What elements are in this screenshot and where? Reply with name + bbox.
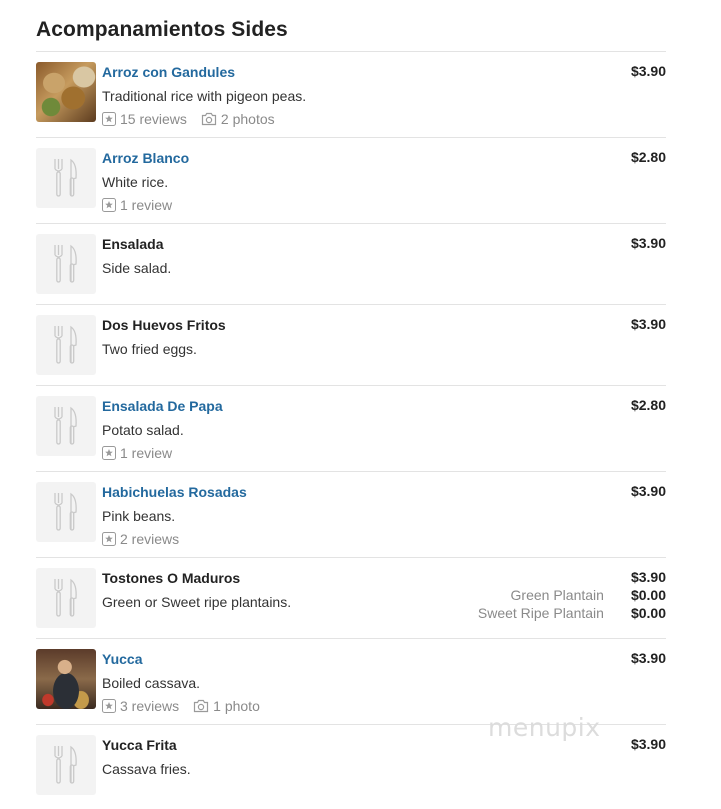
utensils-placeholder-icon <box>36 148 96 208</box>
item-name: Yucca Frita <box>102 737 177 753</box>
item-description: Two fried eggs. <box>102 341 197 357</box>
menu-item: Ensalada Side salad. $3.90 <box>36 224 666 305</box>
option-price: $0.00 <box>630 605 666 621</box>
item-name-link[interactable]: Arroz con Gandules <box>102 62 486 82</box>
item-photo[interactable] <box>36 62 96 122</box>
camera-icon <box>201 112 217 126</box>
reviews-link[interactable]: 3 reviews <box>120 696 179 716</box>
reviews-link[interactable]: 1 review <box>120 195 172 215</box>
star-review-icon <box>102 112 116 126</box>
price-option-row: Sweet Ripe Plantain $0.00 <box>478 604 666 622</box>
menu-item: Dos Huevos Fritos Two fried eggs. $3.90 <box>36 305 666 386</box>
item-name-link[interactable]: Habichuelas Rosadas <box>102 482 486 502</box>
item-meta: 3 reviews 1 photo <box>102 696 486 716</box>
menu-item: Ensalada De Papa Potato salad. 1 review … <box>36 386 666 472</box>
item-description: Traditional rice with pigeon peas. <box>102 88 307 104</box>
menu-item: Tostones O Maduros Green or Sweet ripe p… <box>36 558 666 639</box>
menu-item-list: Arroz con Gandules Traditional rice with… <box>36 51 666 806</box>
reviews-link[interactable]: 1 review <box>120 443 172 463</box>
item-name: Ensalada <box>102 236 164 252</box>
utensils-placeholder-icon <box>36 735 96 795</box>
item-name-link[interactable]: Arroz Blanco <box>102 148 486 168</box>
item-description: Boiled cassava. <box>102 675 201 691</box>
item-photo[interactable] <box>36 649 96 709</box>
star-review-icon <box>102 446 116 460</box>
item-price: $3.90 <box>630 650 666 666</box>
item-name-link[interactable]: Yucca <box>102 649 486 669</box>
menu-item: Arroz Blanco White rice. 1 review $2.80 <box>36 138 666 224</box>
item-meta: 1 review <box>102 443 486 463</box>
item-price: $3.90 <box>630 235 666 251</box>
item-description: Green or Sweet ripe plantains. <box>102 594 292 610</box>
option-price: $0.00 <box>630 587 666 603</box>
item-name: Dos Huevos Fritos <box>102 317 226 333</box>
utensils-placeholder-icon <box>36 315 96 375</box>
reviews-link[interactable]: 15 reviews <box>120 109 187 129</box>
item-price: $3.90 <box>630 483 666 499</box>
item-description: Side salad. <box>102 260 172 276</box>
item-price: $3.90 <box>630 569 666 585</box>
utensils-placeholder-icon <box>36 396 96 456</box>
section-title: Acompanamientos Sides <box>36 18 288 41</box>
item-price: $3.90 <box>630 316 666 332</box>
watermark-logo: menupix <box>488 713 601 742</box>
item-price: $2.80 <box>630 149 666 165</box>
menu-item: Arroz con Gandules Traditional rice with… <box>36 52 666 138</box>
item-name: Tostones O Maduros <box>102 570 241 586</box>
option-label: Sweet Ripe Plantain <box>477 605 604 621</box>
item-description: Cassava fries. <box>102 761 191 777</box>
item-meta: 15 reviews 2 photos <box>102 109 486 129</box>
item-price: $2.80 <box>630 397 666 413</box>
price-option-row: Green Plantain $0.00 <box>511 586 666 604</box>
utensils-placeholder-icon <box>36 234 96 294</box>
item-description: Potato salad. <box>102 422 184 438</box>
photos-link[interactable]: 2 photos <box>221 109 275 129</box>
reviews-link[interactable]: 2 reviews <box>120 529 179 549</box>
star-review-icon <box>102 532 116 546</box>
star-review-icon <box>102 198 116 212</box>
utensils-placeholder-icon <box>36 482 96 542</box>
menu-item: Habichuelas Rosadas Pink beans. 2 review… <box>36 472 666 558</box>
item-description: Pink beans. <box>102 508 176 524</box>
item-name-link[interactable]: Ensalada De Papa <box>102 396 486 416</box>
item-description: White rice. <box>102 174 169 190</box>
item-meta: 1 review <box>102 195 486 215</box>
camera-icon <box>193 699 209 713</box>
photos-link[interactable]: 1 photo <box>213 696 260 716</box>
item-price: $3.90 <box>630 63 666 79</box>
star-review-icon <box>102 699 116 713</box>
option-label: Green Plantain <box>510 587 604 603</box>
utensils-placeholder-icon <box>36 568 96 628</box>
item-meta: 2 reviews <box>102 529 486 549</box>
item-price: $3.90 <box>630 736 666 752</box>
